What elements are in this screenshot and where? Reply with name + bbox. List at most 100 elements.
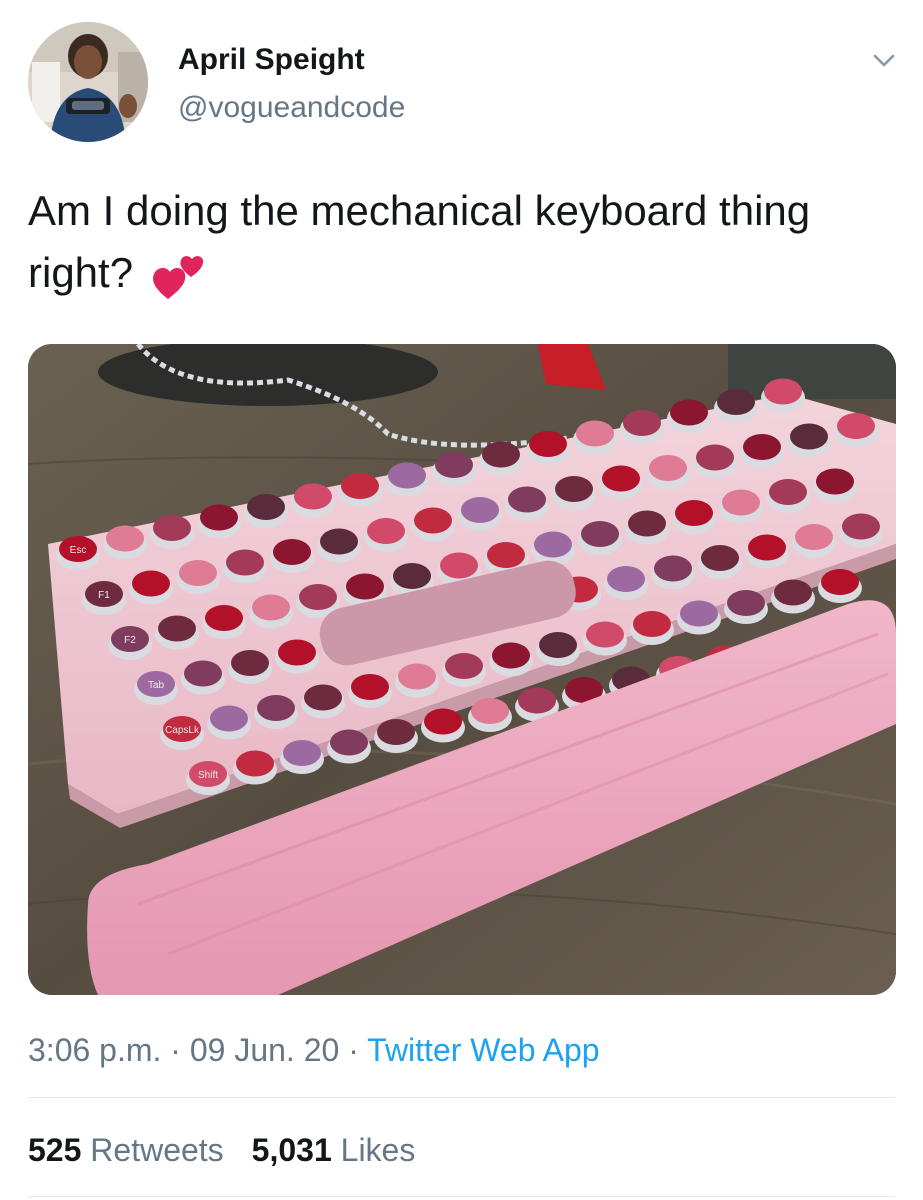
tweet-card: April Speight @vogueandcode Am I doing t…	[0, 0, 923, 1200]
keycap	[795, 524, 833, 550]
keycap	[581, 521, 619, 547]
keycap	[424, 708, 462, 735]
likes-label: Likes	[340, 1132, 416, 1168]
keycap	[607, 566, 645, 592]
keycap	[299, 584, 337, 610]
keycap	[555, 476, 593, 502]
tweet-date[interactable]: 09 Jun. 20	[190, 1032, 339, 1068]
keycap	[341, 473, 379, 499]
chevron-down-icon[interactable]	[870, 46, 898, 74]
keycap	[837, 413, 875, 439]
meta-separator: ·	[339, 1032, 368, 1068]
keycap	[471, 698, 509, 724]
keycap-label: F2	[124, 635, 136, 646]
keycap	[696, 444, 734, 471]
keycap	[518, 687, 556, 714]
profile-photo-icon	[28, 22, 148, 142]
keycap	[722, 489, 760, 516]
keycap	[179, 560, 217, 586]
keycap	[586, 621, 624, 648]
retweets-count: 525	[28, 1132, 82, 1168]
keycap	[247, 494, 285, 520]
keycap	[351, 674, 389, 700]
keycap	[205, 605, 243, 631]
keycap-label: F1	[98, 590, 110, 601]
keycap	[816, 468, 854, 495]
keycap	[821, 569, 859, 595]
keycap	[330, 729, 368, 756]
keycap	[393, 563, 431, 589]
keycap	[654, 555, 692, 582]
keycap	[602, 465, 640, 492]
keycap	[529, 431, 567, 457]
tweet-photo[interactable]: Esc F1 F2 Tab CapsLk Shift	[28, 344, 896, 995]
retweets-stat[interactable]: 525 Retweets	[28, 1132, 224, 1168]
tweet-stats: 525 Retweets 5,031 Likes	[28, 1128, 415, 1172]
keycap	[774, 579, 812, 606]
keycap	[200, 504, 238, 531]
keycap	[649, 455, 687, 481]
keycap	[184, 660, 222, 687]
keycap	[440, 552, 478, 579]
keycap	[539, 632, 577, 658]
likes-stat[interactable]: 5,031 Likes	[252, 1132, 416, 1168]
keycap	[717, 389, 755, 415]
keycap	[294, 483, 332, 510]
keycap	[304, 684, 342, 711]
keycap	[508, 486, 546, 513]
keycap	[257, 695, 295, 721]
tweet-time[interactable]: 3:06 p.m.	[28, 1032, 161, 1068]
keycap	[748, 534, 786, 561]
keycap	[367, 518, 405, 544]
keycap	[158, 615, 196, 642]
keycap	[278, 639, 316, 666]
keycap	[628, 510, 666, 537]
keycap	[487, 542, 525, 568]
likes-count: 5,031	[251, 1132, 332, 1168]
retweets-label: Retweets	[90, 1132, 224, 1168]
keycap	[623, 410, 661, 436]
keycap	[769, 479, 807, 505]
tweet-text-body: Am I doing the mechanical keyboard thing…	[28, 187, 811, 296]
keycap	[377, 719, 415, 745]
keycap	[445, 653, 483, 679]
keycap	[675, 500, 713, 526]
tweet-text: Am I doing the mechanical keyboard thing…	[28, 180, 888, 304]
keycap-label: Tab	[148, 680, 165, 691]
keycap	[482, 441, 520, 468]
tweet-meta: 3:06 p.m. · 09 Jun. 20 · Twitter Web App	[28, 1028, 600, 1072]
author-handle[interactable]: @vogueandcode	[178, 90, 405, 126]
keycap	[236, 750, 274, 777]
keycap	[132, 570, 170, 597]
keycap	[283, 740, 321, 766]
keycap	[576, 420, 614, 447]
keycap	[252, 594, 290, 621]
two-hearts-icon	[151, 251, 207, 301]
author-names: April Speight @vogueandcode	[178, 42, 405, 126]
tweet-source-link[interactable]: Twitter Web App	[367, 1032, 599, 1068]
keycap	[320, 528, 358, 555]
author-display-name[interactable]: April Speight	[178, 42, 405, 78]
keycap	[414, 507, 452, 534]
keycap	[226, 549, 264, 576]
keycap	[743, 434, 781, 460]
keycap	[842, 513, 880, 540]
keycap	[435, 452, 473, 478]
keycap	[388, 462, 426, 489]
meta-separator: ·	[161, 1032, 190, 1068]
keycap	[398, 663, 436, 690]
keycap	[790, 423, 828, 450]
keycap	[346, 573, 384, 600]
keycap	[633, 611, 671, 637]
tweet-header: April Speight @vogueandcode	[28, 22, 898, 144]
keycap	[727, 590, 765, 616]
divider	[28, 1097, 895, 1098]
keycap	[492, 642, 530, 669]
keycap	[461, 497, 499, 523]
keycap	[106, 525, 144, 552]
keycap-label: Esc	[70, 545, 87, 556]
avatar[interactable]	[28, 22, 148, 142]
keycap	[231, 650, 269, 676]
keycap	[701, 545, 739, 571]
keycap	[210, 705, 248, 732]
